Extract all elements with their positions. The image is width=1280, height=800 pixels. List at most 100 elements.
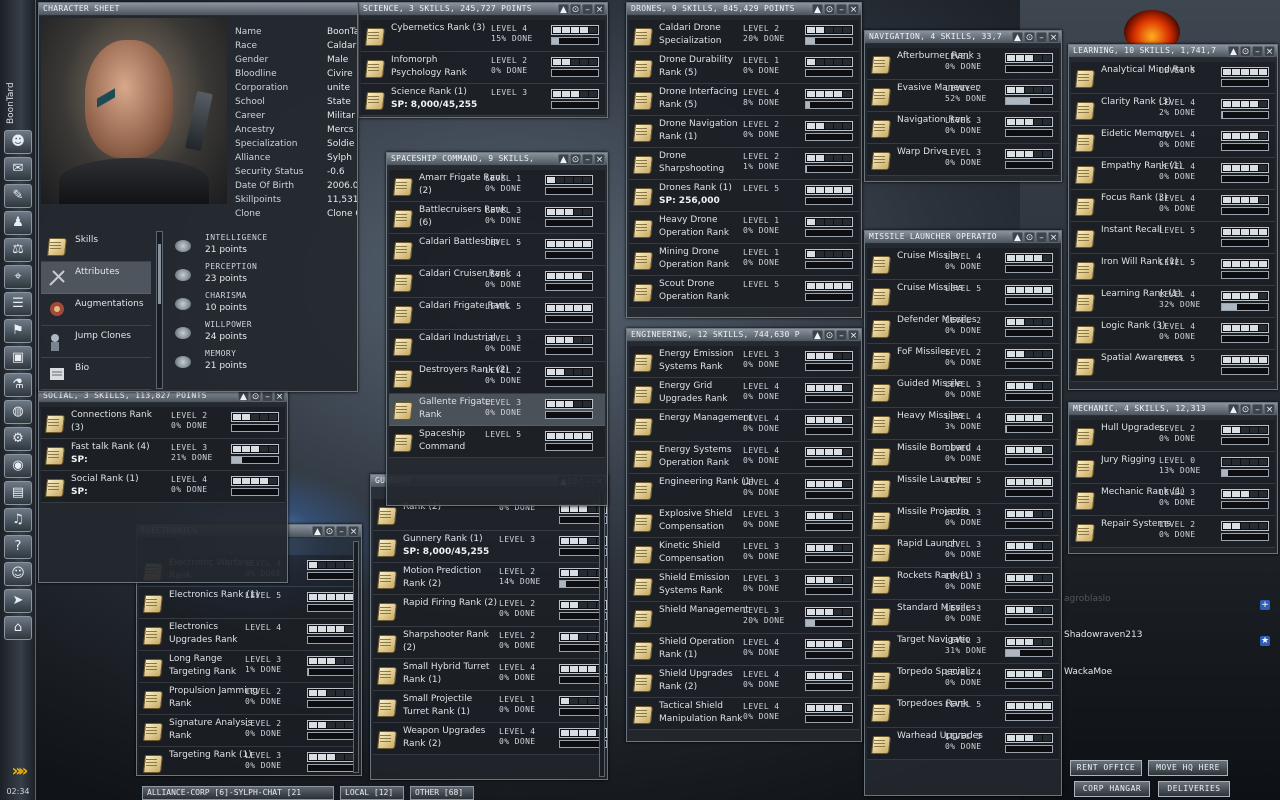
- skill-row[interactable]: Missile Launcher LEVEL 5: [867, 472, 1059, 504]
- expand-arrows-icon[interactable]: »»: [4, 762, 32, 780]
- mail-icon[interactable]: ✉: [4, 157, 32, 181]
- close-icon[interactable]: ×: [1048, 32, 1059, 43]
- skill-row[interactable]: Cybernetics Rank (3) LEVEL 4 15% DONE: [361, 20, 605, 52]
- learning-skills-window[interactable]: LEARNING, 10 SKILLS, 1,741,7 ▲ ⊙ – × Analytic…: [1068, 44, 1278, 390]
- collapse-icon[interactable]: –: [1036, 232, 1047, 243]
- missile-skills-window[interactable]: MISSILE LAUNCHER OPERATIO ▲ ⊙ – × Cruise Miss…: [864, 230, 1062, 796]
- close-icon[interactable]: ×: [848, 330, 859, 341]
- skill-row[interactable]: Battlecruisers Rank (6) LEVEL 3 0% DONE: [389, 202, 605, 234]
- skill-row[interactable]: Instant Recall LEVEL 5: [1071, 222, 1275, 254]
- collapse-icon[interactable]: –: [1252, 46, 1263, 57]
- lifebuoy-icon[interactable]: ◍: [4, 400, 32, 424]
- skill-row[interactable]: Propulsion Jamming Rank LEVEL 2 0% DONE: [139, 683, 359, 715]
- ai-icon[interactable]: ☺: [4, 562, 32, 586]
- minimize-icon[interactable]: ▲: [312, 526, 323, 537]
- collapse-icon[interactable]: –: [1036, 32, 1047, 43]
- skill-row[interactable]: Warhead Upgrades LEVEL 3 0% DONE: [867, 728, 1059, 760]
- journal-icon[interactable]: ☰: [4, 292, 32, 316]
- skill-row[interactable]: Drone Sharpshooting LEVEL 2 1% DONE: [629, 148, 859, 180]
- assets-icon[interactable]: ▣: [4, 346, 32, 370]
- minimize-icon[interactable]: ▲: [558, 154, 569, 165]
- close-icon[interactable]: ×: [1048, 232, 1059, 243]
- pin-icon[interactable]: ⊙: [824, 330, 835, 341]
- skill-row[interactable]: Standard Missiles LEVEL 3 0% DONE: [867, 600, 1059, 632]
- skill-row[interactable]: Hull Upgrades LEVEL 2 0% DONE: [1071, 420, 1275, 452]
- collapse-icon[interactable]: –: [836, 330, 847, 341]
- collapse-icon[interactable]: –: [336, 526, 347, 537]
- navigation-skills-window[interactable]: NAVIGATION, 4 SKILLS, 33,7 ▲ ⊙ – × Afterburne…: [864, 30, 1062, 182]
- nav-item-augmentations[interactable]: Augmentations: [41, 294, 151, 326]
- chat-member[interactable]: WackaMoe: [1064, 667, 1112, 677]
- skill-row[interactable]: Cruise Missiles LEVEL 5: [867, 280, 1059, 312]
- skill-row[interactable]: Iron Will Rank (1) LEVEL 5: [1071, 254, 1275, 286]
- close-icon[interactable]: ×: [1264, 404, 1275, 415]
- book-icon[interactable]: ▤: [4, 481, 32, 505]
- skill-row[interactable]: Repair Systems LEVEL 2 0% DONE: [1071, 516, 1275, 548]
- skill-row[interactable]: Rapid Launch LEVEL 3 0% DONE: [867, 536, 1059, 568]
- station-icon[interactable]: ⌂: [4, 616, 32, 640]
- skill-row[interactable]: Shield Management LEVEL 3 20% DONE: [629, 602, 859, 634]
- nav-item-jump-clones[interactable]: Jump Clones: [41, 326, 151, 358]
- skill-row[interactable]: Drone Durability Rank (5) LEVEL 1 0% DONE: [629, 52, 859, 84]
- nav-item-skills[interactable]: Skills: [41, 230, 151, 262]
- minimize-icon[interactable]: ▲: [1012, 32, 1023, 43]
- skill-row[interactable]: Mining Drone Operation Rank LEVEL 1 0% DON…: [629, 244, 859, 276]
- star-icon[interactable]: ★: [1260, 636, 1270, 646]
- collapse-icon[interactable]: –: [1252, 404, 1263, 415]
- skill-row[interactable]: Drones Rank (1) SP: 256,000 LEVEL 5: [629, 180, 859, 212]
- mechanic-skills-window[interactable]: MECHANIC, 4 SKILLS, 12,313 ▲ ⊙ – × Hull Upgra…: [1068, 402, 1278, 554]
- music-icon[interactable]: ♫: [4, 508, 32, 532]
- skill-row[interactable]: Electronics Upgrades Rank LEVEL 4: [139, 619, 359, 651]
- minimize-icon[interactable]: ▲: [238, 391, 249, 402]
- pin-icon[interactable]: ⊙: [824, 4, 835, 15]
- gunnery-skills-window[interactable]: GUNNERY▲⊙–×Rank (2)0% DONEGunnery Rank (…: [370, 474, 608, 780]
- pin-icon[interactable]: ⊙: [1024, 232, 1035, 243]
- skill-row[interactable]: Tactical Shield Manipulation Rank LEVEL 4…: [629, 698, 859, 730]
- title-bar[interactable]: SPACESHIP COMMAND, 9 SKILLS, ▲ ⊙ – ×: [387, 153, 607, 166]
- portrait-icon[interactable]: ☻: [4, 130, 32, 154]
- pin-icon[interactable]: ⊙: [1024, 32, 1035, 43]
- title-bar[interactable]: NAVIGATION, 4 SKILLS, 33,7 ▲ ⊙ – ×: [865, 31, 1061, 44]
- close-icon[interactable]: ×: [348, 526, 359, 537]
- close-icon[interactable]: ×: [594, 4, 605, 15]
- minimize-icon[interactable]: ▲: [1228, 404, 1239, 415]
- skill-row[interactable]: Science Rank (1) SP: 8,000/45,255 LEVEL 3: [361, 84, 605, 116]
- title-bar[interactable]: ENGINEERING, 12 SKILLS, 744,630 P ▲ ⊙ – ×: [627, 329, 861, 342]
- pin-icon[interactable]: ⊙: [1240, 404, 1251, 415]
- pin-icon[interactable]: ⊙: [324, 526, 335, 537]
- skill-row[interactable]: Cruise Missile LEVEL 4 0% DONE: [867, 248, 1059, 280]
- skill-row[interactable]: Drone Navigation Rank (1) LEVEL 2 0% DONE: [629, 116, 859, 148]
- title-bar[interactable]: CHARACTER SHEET: [39, 3, 357, 16]
- collapse-icon[interactable]: –: [582, 4, 593, 15]
- skill-row[interactable]: Afterburner Rank LEVEL 3 0% DONE: [867, 48, 1059, 80]
- skill-row[interactable]: Shield Upgrades Rank (2) LEVEL 4 0% DONE: [629, 666, 859, 698]
- minimize-icon[interactable]: ▲: [1228, 46, 1239, 57]
- skill-row[interactable]: Caldari Frigate Rank LEVEL 5: [389, 298, 605, 330]
- character-sheet-window[interactable]: CHARACTER SHEET Name BoonTa Race Caldar Gend…: [38, 2, 358, 392]
- minimize-icon[interactable]: ▲: [812, 330, 823, 341]
- science-icon[interactable]: ⚗: [4, 373, 32, 397]
- collapse-icon[interactable]: –: [582, 154, 593, 165]
- chat-member[interactable]: Shadowraven213: [1064, 630, 1142, 640]
- skill-row[interactable]: Destroyers Rank (2) LEVEL 2 0% DONE: [389, 362, 605, 394]
- skill-row[interactable]: Engineering Rank (1) LEVEL 4 0% DONE: [629, 474, 859, 506]
- skill-row[interactable]: Torpedo Specializ LEVEL 4 0% DONE: [867, 664, 1059, 696]
- close-icon[interactable]: ×: [1264, 46, 1275, 57]
- skill-row[interactable]: Targeting Rank (1) LEVEL 3 0% DONE: [139, 747, 359, 775]
- skill-row[interactable]: Defender Missiles LEVEL 2 0% DONE: [867, 312, 1059, 344]
- skill-row[interactable]: Long Range Targeting Rank LEVEL 3 1% DONE: [139, 651, 359, 683]
- skill-row[interactable]: Energy Emission Systems Rank LEVEL 3 0% DO…: [629, 346, 859, 378]
- collapse-icon[interactable]: –: [836, 4, 847, 15]
- skill-row[interactable]: Infomorph Psychology Rank LEVEL 2 0% DONE: [361, 52, 605, 84]
- corp-icon[interactable]: ⚑: [4, 319, 32, 343]
- skill-row[interactable]: Missile Bombard LEVEL 4 0% DONE: [867, 440, 1059, 472]
- pin-icon[interactable]: ⊙: [570, 154, 581, 165]
- title-bar[interactable]: DRONES, 9 SKILLS, 845,429 POINTS ▲ ⊙ – ×: [627, 3, 861, 16]
- deliveries-button[interactable]: DELIVERIES: [1158, 781, 1230, 797]
- minimize-icon[interactable]: ▲: [558, 4, 569, 15]
- science-skills-window[interactable]: SCIENCE, 3 SKILLS, 245,727 POINTS ▲ ⊙ – × Cyb…: [358, 2, 608, 118]
- drones-skills-window[interactable]: DRONES, 9 SKILLS, 845,429 POINTS ▲ ⊙ – × Cald…: [626, 2, 862, 318]
- engineering-skills-window[interactable]: ENGINEERING, 12 SKILLS, 744,630 P ▲ ⊙ – × Ene…: [626, 328, 862, 742]
- skill-row[interactable]: Focus Rank (3) LEVEL 4 0% DONE: [1071, 190, 1275, 222]
- skill-row[interactable]: Small Hybrid Turret Rank (1) LEVEL 4 0% DO…: [373, 659, 607, 691]
